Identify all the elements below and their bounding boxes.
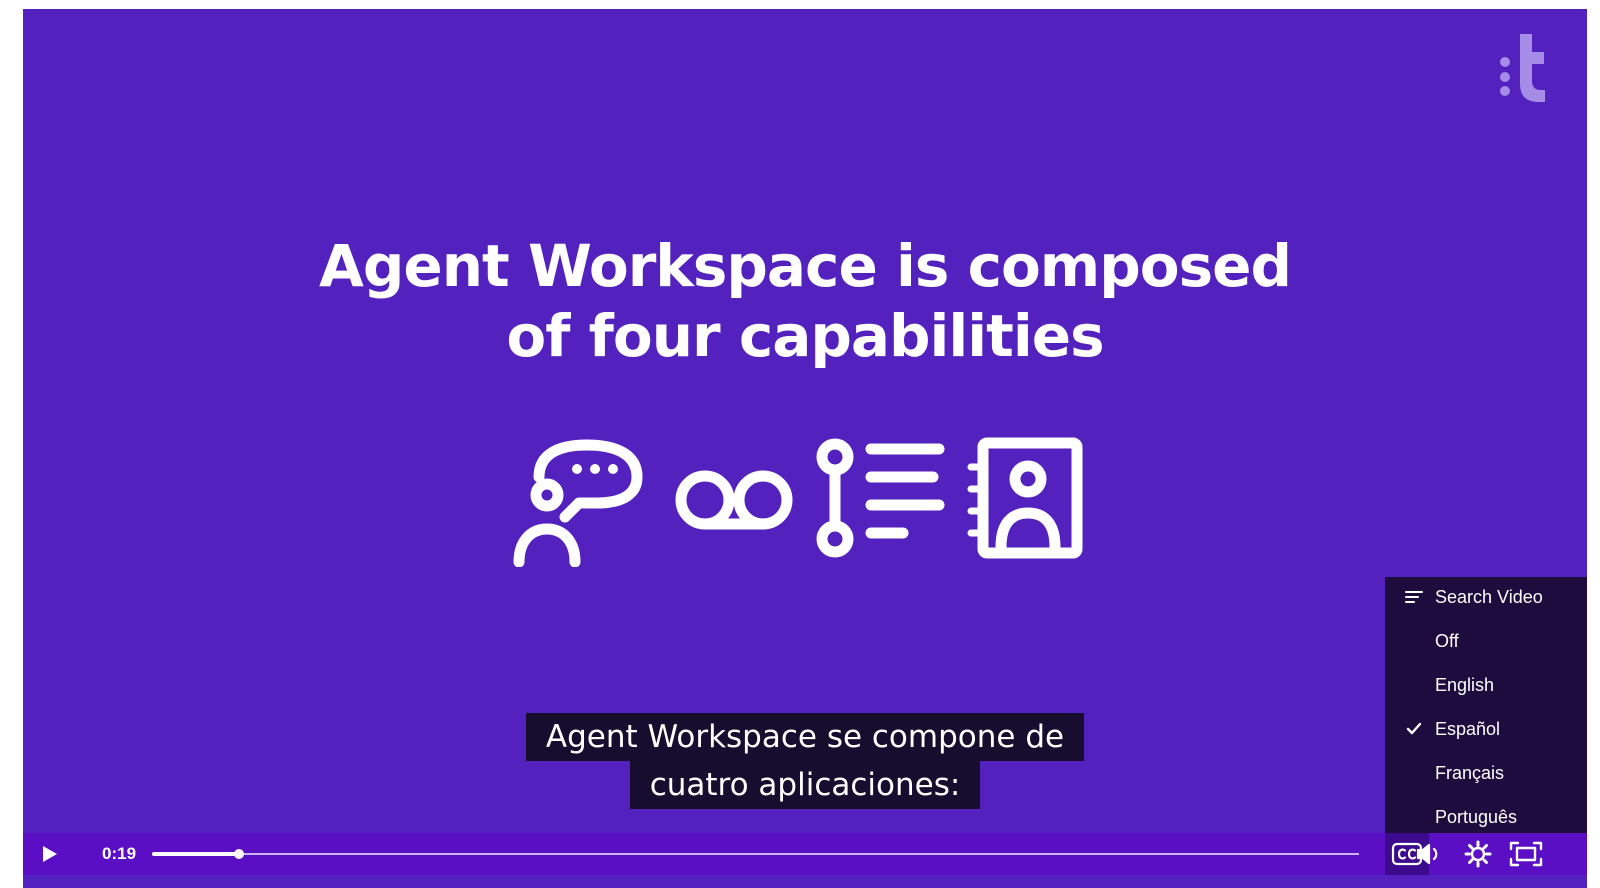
- play-icon: [43, 846, 57, 862]
- caption-text-2: cuatro aplicaciones:: [629, 761, 981, 809]
- caption-line-1: Agent Workspace se compone de: [23, 713, 1587, 761]
- video-player[interactable]: Agent Workspace is composed of four capa…: [23, 9, 1587, 888]
- workflow-list-icon: [816, 438, 945, 558]
- caption-option-label: Português: [1435, 807, 1518, 827]
- search-video-icon: [1405, 591, 1423, 603]
- video-control-bar: 0:19: [23, 833, 1587, 875]
- caption-option-espanol[interactable]: Español: [1385, 709, 1587, 749]
- checkmark-icon: [1406, 722, 1422, 735]
- settings-button[interactable]: [1457, 833, 1499, 875]
- capabilities-icon-row: [513, 437, 1113, 577]
- progress-fill: [152, 852, 239, 856]
- slide-title-line-1: Agent Workspace is composed: [319, 232, 1292, 300]
- progress-track: [152, 853, 1359, 855]
- caption-option-label: English: [1435, 675, 1495, 695]
- fullscreen-button[interactable]: [1505, 833, 1547, 875]
- search-video-item[interactable]: Search Video: [1385, 577, 1587, 617]
- voicemail-icon: [675, 470, 793, 530]
- current-time: 0:19: [102, 844, 137, 863]
- caption-option-label: Français: [1435, 763, 1505, 783]
- play-button[interactable]: [35, 833, 65, 875]
- agent-chat-icon: [513, 439, 643, 567]
- progress-bar[interactable]: [152, 849, 1359, 859]
- settings-gear-icon: [1464, 840, 1492, 868]
- captions-menu: Search Video Off English Español Françai…: [1385, 577, 1587, 865]
- caption-option-english[interactable]: English: [1385, 665, 1587, 705]
- caption-option-label: Español: [1435, 719, 1501, 739]
- volume-icon: [1416, 843, 1438, 865]
- slide-title-line-2: of four capabilities: [506, 302, 1104, 370]
- fullscreen-icon: [1509, 841, 1543, 867]
- caption-option-francais[interactable]: Français: [1385, 753, 1587, 793]
- progress-handle[interactable]: [233, 849, 244, 859]
- caption-option-portugues[interactable]: Português: [1385, 797, 1587, 837]
- search-video-label: Search Video: [1435, 587, 1543, 607]
- contact-book-icon: [967, 437, 1083, 559]
- caption-option-label: Off: [1435, 631, 1459, 651]
- caption-text-1: Agent Workspace se compone de: [525, 713, 1085, 761]
- caption-line-2: cuatro aplicaciones:: [23, 761, 1587, 809]
- caption-option-off[interactable]: Off: [1385, 621, 1587, 661]
- brand-logo-icon: [1500, 34, 1545, 102]
- volume-button[interactable]: [1409, 833, 1449, 875]
